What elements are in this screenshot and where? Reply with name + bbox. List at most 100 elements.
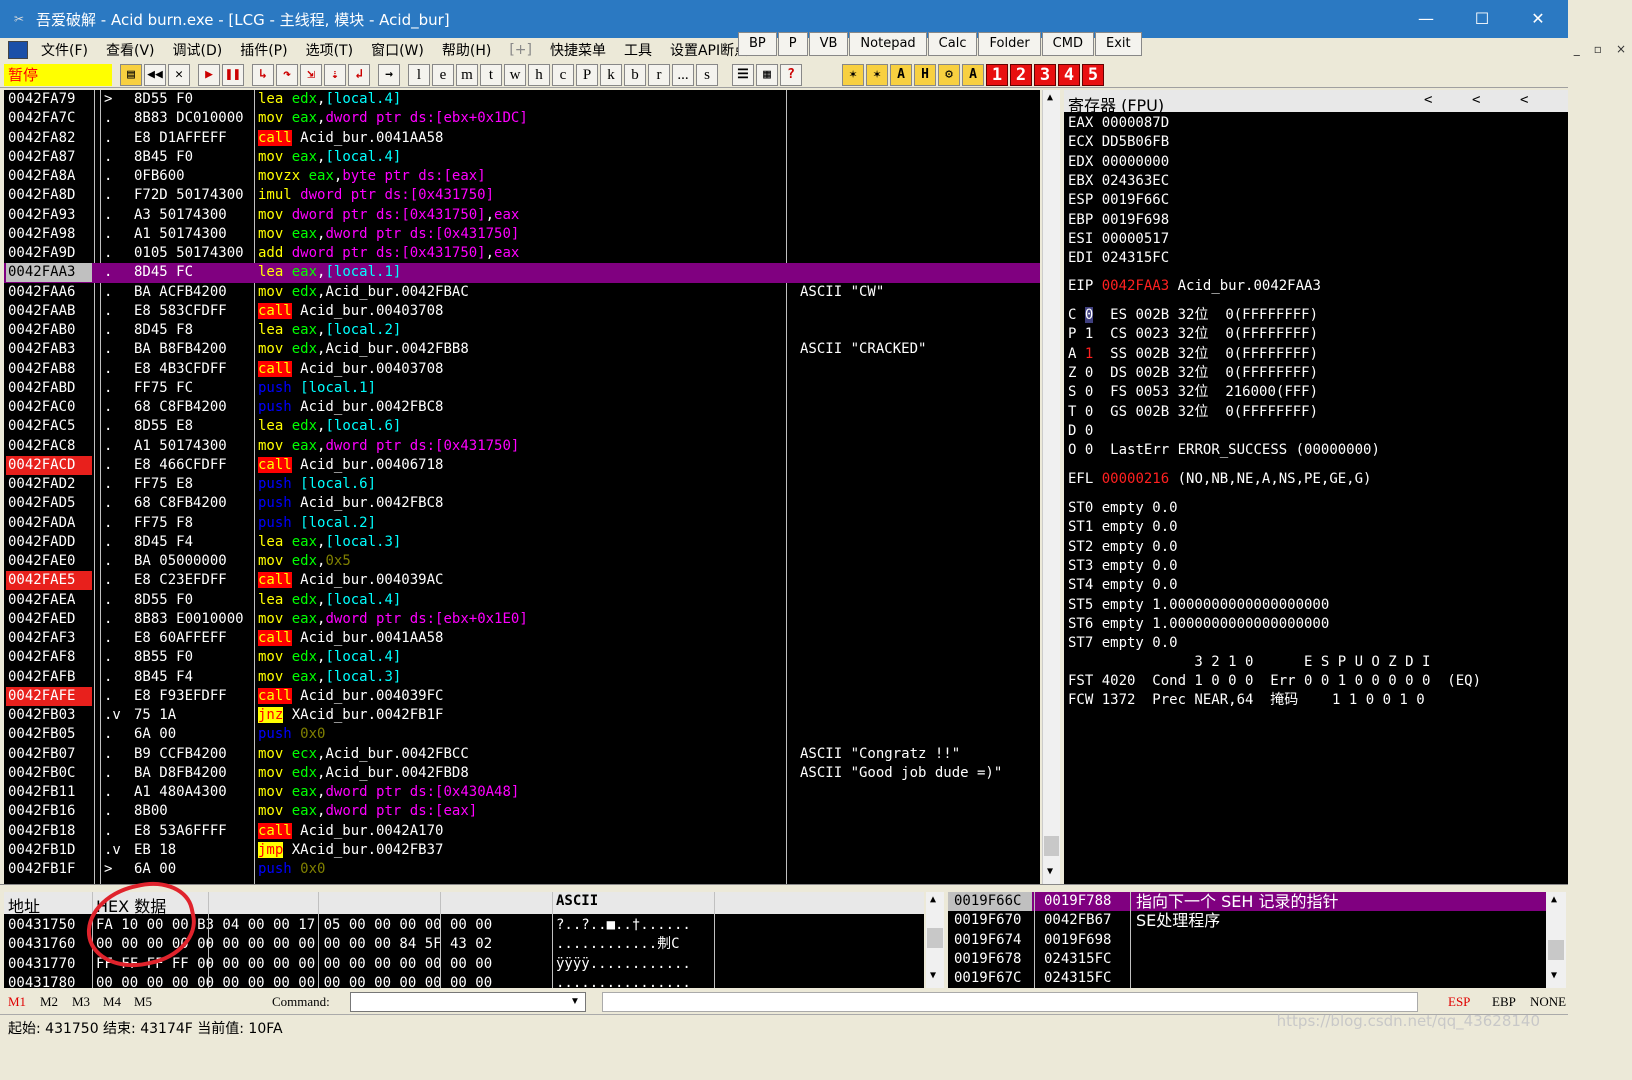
disasm-instruction[interactable]: movzx eax,byte ptr ds:[eax] — [258, 167, 486, 186]
flag-line[interactable]: P 1 CS 0023 32位 0(FFFFFFFF) — [1068, 325, 1318, 344]
disasm-address[interactable]: 0042FAAB — [6, 302, 92, 321]
disasm-hex[interactable]: 8B55 F0 — [134, 648, 193, 667]
disassembly-scrollbar[interactable]: ▲ ▼ — [1042, 90, 1060, 884]
disasm-address[interactable]: 0042FAD5 — [6, 494, 92, 513]
menu-options[interactable]: 选项(T) — [297, 40, 362, 60]
stack-value[interactable]: 0019F698 — [1044, 931, 1111, 950]
menu-file[interactable]: 文件(F) — [32, 40, 97, 60]
disasm-instruction[interactable]: call Acid_bur.0041AA58 — [258, 129, 443, 148]
disasm-hex[interactable]: FF75 E8 — [134, 475, 193, 494]
disasm-instruction[interactable]: call Acid_bur.00403708 — [258, 302, 443, 321]
disasm-row[interactable]: 0042FB1D .v EB 18 jmp XAcid_bur.0042FB37 — [4, 841, 1040, 860]
flag-line[interactable]: C 0 ES 002B 32位 0(FFFFFFFF) — [1068, 306, 1318, 325]
fpu-line[interactable]: ST6 empty 1.0000000000000000000 — [1068, 615, 1329, 634]
disasm-address[interactable]: 0042FA82 — [6, 129, 92, 148]
maximize-button[interactable]: ☐ — [1454, 0, 1510, 38]
disasm-row[interactable]: 0042FAFE. E8 F93EFDFF call Acid_bur.004039… — [4, 686, 1040, 706]
disasm-row[interactable]: 0042FB11. A1 480A4300 mov eax,dword ptr ds… — [4, 783, 1040, 802]
trace-into-icon[interactable]: ⇲ — [300, 63, 322, 86]
dump-scrollbar[interactable]: ▲ ▼ — [926, 892, 944, 988]
disasm-instruction[interactable]: jnz XAcid_bur.0042FB1F — [258, 706, 443, 725]
disasm-address[interactable]: 0042FB1D — [6, 841, 92, 860]
splitter[interactable] — [0, 884, 1568, 892]
fpu-line[interactable]: ST4 empty 0.0 — [1068, 576, 1178, 595]
mark-m3[interactable]: M3 — [72, 994, 90, 1010]
disasm-hex[interactable]: A1 50174300 — [134, 437, 227, 456]
disasm-row[interactable]: 0042FAB0. 8D45 F8 lea eax,[local.2] — [4, 321, 1040, 340]
disasm-address[interactable]: 0042FAA6 — [6, 283, 92, 302]
disasm-hex[interactable]: 8B45 F0 — [134, 148, 193, 167]
plugin-ab-icon[interactable]: A — [890, 63, 912, 86]
stack-address[interactable]: 0019F670 — [948, 911, 1032, 930]
grid-icon[interactable]: ▦ — [756, 63, 778, 86]
disasm-instruction[interactable]: call Acid_bur.004039AC — [258, 571, 443, 590]
mark-m4[interactable]: M4 — [103, 994, 121, 1010]
eip-line[interactable]: EIP 0042FAA3 Acid_bur.0042FAA3 — [1068, 277, 1321, 296]
disasm-address[interactable]: 0042FA93 — [6, 206, 92, 225]
register-line[interactable]: EBX 024363EC — [1068, 172, 1169, 191]
run-trace-button[interactable]: ... — [672, 63, 694, 86]
fpu-header[interactable]: 3 2 1 0 E S P U O Z D I — [1068, 653, 1430, 672]
disasm-address[interactable]: 0042FAED — [6, 610, 92, 629]
step-over-icon[interactable]: ↷ — [276, 63, 298, 86]
threads-button[interactable]: t — [480, 63, 502, 86]
disasm-hex[interactable]: 8B45 F4 — [134, 668, 193, 687]
disasm-instruction[interactable]: mov eax,dword ptr ds:[ebx+0x1DC] — [258, 109, 528, 128]
disasm-row[interactable]: 0042FB16. 8B00 mov eax,dword ptr ds:[eax] — [4, 802, 1040, 821]
disasm-address[interactable]: 0042FAE5 — [6, 571, 92, 591]
disasm-row[interactable]: 0042FAC0. 68 C8FB4200 push Acid_bur.0042FB… — [4, 398, 1040, 417]
disasm-address[interactable]: 0042FAD2 — [6, 475, 92, 494]
disasm-row[interactable]: 0042FB18. E8 53A6FFFF call Acid_bur.0042A1… — [4, 822, 1040, 841]
disasm-address[interactable]: 0042FACD — [6, 455, 92, 475]
mark-m5[interactable]: M5 — [134, 994, 152, 1010]
disasm-hex[interactable]: BA B8FB4200 — [134, 340, 227, 359]
disasm-row[interactable]: 0042FB1F >6A 00 push 0x0 — [4, 860, 1040, 879]
disasm-address[interactable]: 0042FABD — [6, 379, 92, 398]
stack-address[interactable]: 0019F674 — [948, 931, 1032, 950]
eip-value[interactable]: 0042FAA3 — [1102, 278, 1169, 294]
disasm-hex[interactable]: BA ACFB4200 — [134, 283, 227, 302]
disasm-row[interactable]: 0042FAE0. BA 05000000 mov edx,0x5 — [4, 552, 1040, 571]
nav-left-icon[interactable]: < — [1520, 92, 1528, 108]
disasm-hex[interactable]: 68 C8FB4200 — [134, 494, 227, 513]
vb-button[interactable]: VB — [808, 32, 849, 56]
disasm-instruction[interactable]: lea eax,[local.1] — [258, 263, 401, 282]
disasm-instruction[interactable]: push [local.6] — [258, 475, 376, 494]
disasm-instruction[interactable]: mov edx,Acid_bur.0042FBD8 — [258, 764, 469, 783]
notepad-button[interactable]: Notepad — [849, 32, 927, 56]
dump-ascii[interactable]: ................ — [556, 974, 691, 988]
scroll-thumb[interactable] — [927, 928, 943, 948]
disasm-instruction[interactable]: mov eax,dword ptr ds:[eax] — [258, 802, 477, 821]
bp-button[interactable]: BP — [738, 32, 777, 56]
disasm-instruction[interactable]: lea edx,[local.4] — [258, 591, 401, 610]
flag-value[interactable]: 0 — [1085, 365, 1093, 381]
disasm-address[interactable]: 0042FAC0 — [6, 398, 92, 417]
disasm-hex[interactable]: 0FB600 — [134, 167, 185, 186]
call-stack-button[interactable]: k — [600, 63, 622, 86]
windows-button[interactable]: w — [504, 63, 526, 86]
disasm-row[interactable]: 0042FA7C. 8B83 DC010000 mov eax,dword ptr … — [4, 109, 1040, 128]
disasm-instruction[interactable]: call Acid_bur.0042A170 — [258, 822, 443, 841]
disasm-hex[interactable]: 68 C8FB4200 — [134, 398, 227, 417]
folder-button[interactable]: Folder — [978, 32, 1041, 56]
mdi-close-icon[interactable]: × — [1616, 42, 1626, 56]
efl-line[interactable]: EFL 00000216 (NO,NB,NE,A,NS,PE,GE,G) — [1068, 470, 1371, 489]
goto-icon[interactable]: → — [378, 63, 400, 86]
dump-ascii[interactable]: ............刜C — [556, 935, 680, 954]
disasm-instruction[interactable]: mov edx,0x5 — [258, 552, 351, 571]
disasm-row[interactable]: 0042FADD. 8D45 F4 lea eax,[local.3] — [4, 533, 1040, 552]
disasm-row[interactable]: 0042FA82. E8 D1AFFEFF call Acid_bur.0041AA… — [4, 129, 1040, 148]
patches-button[interactable]: P — [576, 63, 598, 86]
disasm-instruction[interactable]: add dword ptr ds:[0x431750],eax — [258, 244, 519, 263]
stack-value[interactable]: 0042FB67 — [1044, 911, 1111, 930]
disasm-hex[interactable]: E8 60AFFEFF — [134, 629, 227, 648]
mdi-restore-icon[interactable]: ▫ — [1594, 42, 1602, 56]
dump-address[interactable]: 00431750 — [8, 916, 75, 935]
mdi-app-icon[interactable] — [8, 41, 28, 59]
disasm-row[interactable]: 0042FAA3. 8D45 FC lea eax,[local.1] — [4, 263, 1040, 283]
fst-line[interactable]: FST 4020 Cond 1 0 0 0 Err 0 0 1 0 0 0 0 … — [1068, 672, 1481, 691]
disasm-address[interactable]: 0042FADD — [6, 533, 92, 552]
disasm-address[interactable]: 0042FAEA — [6, 591, 92, 610]
fpu-line[interactable]: ST5 empty 1.0000000000000000000 — [1068, 596, 1329, 615]
disasm-address[interactable]: 0042FAB3 — [6, 340, 92, 359]
